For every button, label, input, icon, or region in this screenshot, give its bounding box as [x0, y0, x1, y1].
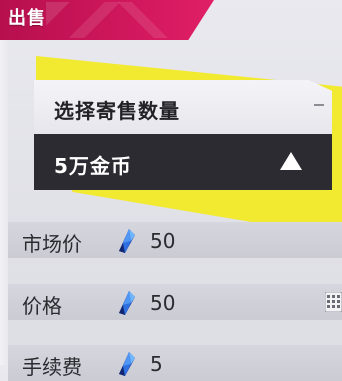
market-price-label: 市场价 [22, 232, 82, 256]
header-pattern [46, 2, 206, 38]
quantity-heading: 选择寄售数量 [54, 99, 180, 123]
page-title: 出售 [8, 8, 46, 29]
fee-label: 手续费 [22, 355, 82, 379]
header-banner: 出售 [0, 0, 342, 40]
price-value: 50 [150, 291, 176, 315]
price-row: 价格 50 [8, 284, 342, 320]
price-label: 价格 [22, 294, 62, 318]
market-price-value: 50 [150, 229, 176, 253]
diamond-icon [119, 291, 135, 315]
calculator-icon[interactable] [325, 292, 342, 312]
diamond-icon [119, 229, 135, 253]
corner-mark [314, 104, 324, 106]
diamond-icon [119, 352, 135, 376]
left-border [0, 40, 8, 365]
quantity-dropdown[interactable]: 5万金币 [34, 134, 332, 190]
selected-quantity: 5万金币 [54, 154, 132, 178]
market-price-row: 市场价 50 [8, 222, 342, 258]
quantity-panel-header: 选择寄售数量 [34, 80, 332, 134]
quantity-panel: 选择寄售数量 5万金币 [34, 80, 332, 190]
fee-row: 手续费 5 [8, 345, 342, 381]
fee-value: 5 [150, 352, 163, 376]
triangle-up-icon[interactable] [280, 152, 302, 170]
